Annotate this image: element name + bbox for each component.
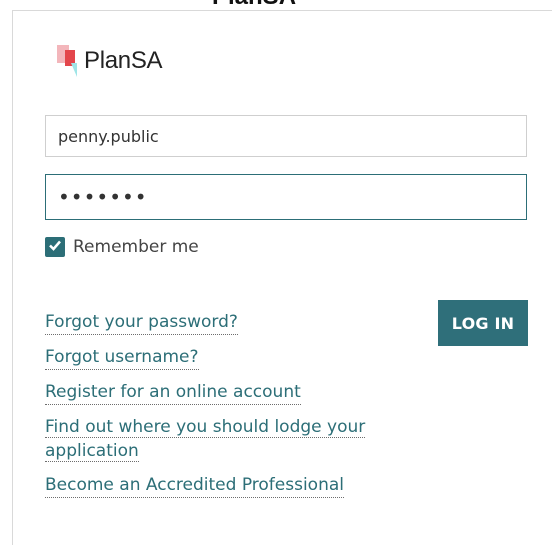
forgot-password-link[interactable]: Forgot your password? [45,310,238,335]
help-links: Forgot your password? Forgot username? R… [45,310,395,508]
remember-me-label: Remember me [73,237,199,257]
remember-me-checkbox[interactable] [45,237,65,257]
username-input[interactable] [45,115,527,157]
logo-text: PlanSA [84,47,163,74]
forgot-username-link[interactable]: Forgot username? [45,345,199,370]
login-button[interactable]: LOG IN [438,300,528,346]
lodge-application-link-text[interactable]: Find out where you should lodge your app… [45,417,366,462]
password-input[interactable] [45,174,527,220]
accredited-professional-link[interactable]: Become an Accredited Professional [45,473,344,498]
register-link[interactable]: Register for an online account [45,380,301,405]
check-icon [48,237,62,257]
plansa-logo-icon [57,45,78,77]
lodge-application-link[interactable]: Find out where you should lodge your app… [45,415,395,463]
login-page: PlanSA PlanSA Remember me Forgot your pa… [0,0,552,545]
remember-me[interactable]: Remember me [45,237,199,257]
top-strip-text: PlanSA [212,0,296,9]
plansa-logo: PlanSA [57,44,163,78]
